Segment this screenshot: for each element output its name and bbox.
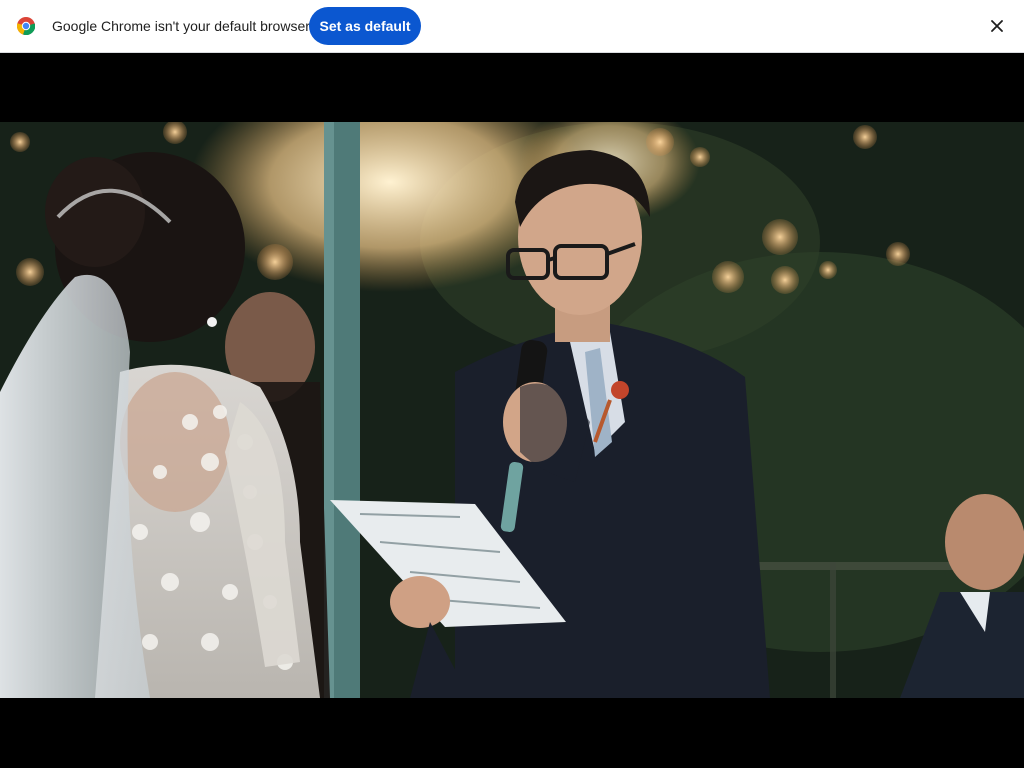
video-frame — [0, 122, 1024, 698]
infobar-message: Google Chrome isn't your default browser — [52, 18, 310, 34]
video-player[interactable] — [0, 53, 1024, 768]
set-as-default-button[interactable]: Set as default — [309, 7, 421, 45]
close-icon — [991, 20, 1003, 32]
close-infobar-button[interactable] — [986, 15, 1008, 37]
wedding-scene-image — [0, 122, 1024, 698]
default-browser-infobar: Google Chrome isn't your default browser… — [0, 0, 1024, 53]
chrome-logo-icon — [17, 17, 35, 35]
